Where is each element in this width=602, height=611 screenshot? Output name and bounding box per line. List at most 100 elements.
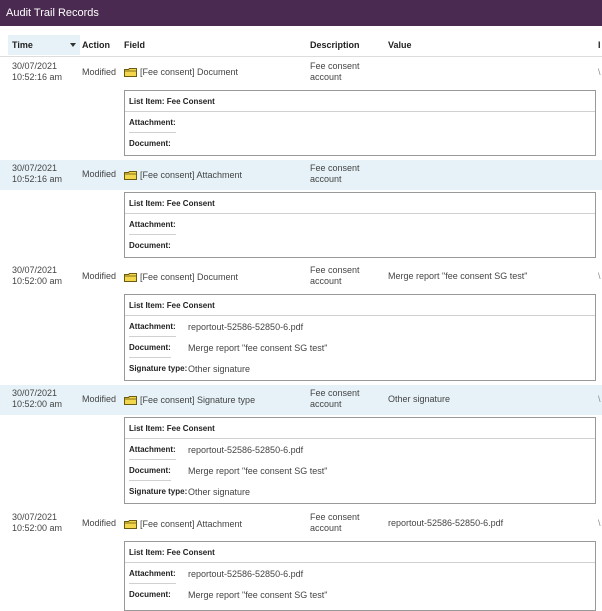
folder-icon <box>124 273 137 282</box>
folder-icon <box>124 396 137 405</box>
field-name: [Fee consent] Document <box>140 67 239 77</box>
record-date: 30/07/2021 <box>12 265 58 275</box>
table-row[interactable]: 30/07/2021 10:52:16 am Modified [Fee con… <box>0 160 602 190</box>
field-cell: [Fee consent] Signature type <box>124 395 255 406</box>
column-header-description[interactable]: Description <box>310 35 360 55</box>
detail-document-label: Document: <box>129 343 171 358</box>
column-header-action[interactable]: Action <box>82 35 110 55</box>
table-row[interactable]: 30/07/2021 10:52:00 am Modified [Fee con… <box>0 262 602 292</box>
description-cell: Fee consent account <box>310 61 380 83</box>
detail-list-item-row: List Item: Fee Consent <box>125 91 595 112</box>
column-header-value[interactable]: Value <box>388 35 412 55</box>
detail-document-row: Document: Merge report "fee consent SG t… <box>125 460 595 481</box>
description-cell: Fee consent account <box>310 163 380 185</box>
table-row[interactable]: 30/07/2021 10:52:16 am Modified [Fee con… <box>0 58 602 88</box>
description-line-1: Fee consent <box>310 388 360 398</box>
description-cell: Fee consent account <box>310 265 380 287</box>
field-name: [Fee consent] Attachment <box>140 519 243 529</box>
detail-list-item-row: List Item: Fee Consent <box>125 542 595 563</box>
action-cell: Modified <box>82 394 117 404</box>
detail-attachment-row: Attachment: <box>125 214 595 235</box>
detail-attachment-label: Attachment: <box>129 322 176 337</box>
detail-attachment-row: Attachment: <box>125 112 595 133</box>
value-cell: reportout-52586-52850-6.pdf <box>388 518 504 528</box>
record-date: 30/07/2021 <box>12 61 58 71</box>
action-cell: Modified <box>82 67 117 77</box>
detail-attachment-row: Attachment: reportout-52586-52850-6.pdf <box>125 316 595 337</box>
detail-signature-value: Other signature <box>188 364 251 374</box>
detail-attachment-row: Attachment: reportout-52586-52850-6.pdf <box>125 563 595 584</box>
detail-list-item-label: List Item: Fee Consent <box>129 301 215 310</box>
detail-list-item-row: List Item: Fee Consent <box>125 418 595 439</box>
time-cell: 30/07/2021 10:52:00 am <box>12 512 62 534</box>
record-date: 30/07/2021 <box>12 512 58 522</box>
record-detail-panel: List Item: Fee Consent Attachment: repor… <box>124 294 596 381</box>
detail-list-item-row: List Item: Fee Consent <box>125 295 595 316</box>
detail-signature-label: Signature type: <box>129 364 188 373</box>
field-cell: [Fee consent] Document <box>124 272 238 283</box>
detail-list-item-label: List Item: Fee Consent <box>129 424 215 433</box>
record-time: 10:52:16 am <box>12 72 63 82</box>
time-cell: 30/07/2021 10:52:16 am <box>12 163 62 185</box>
time-cell: 30/07/2021 10:52:00 am <box>12 388 62 410</box>
detail-attachment-value[interactable]: reportout-52586-52850-6.pdf <box>188 322 303 332</box>
table-row[interactable]: 30/07/2021 10:52:00 am Modified [Fee con… <box>0 385 602 415</box>
description-cell: Fee consent account <box>310 388 380 410</box>
detail-document-value: Merge report "fee consent SG test" <box>188 466 328 476</box>
column-header-time[interactable]: Time <box>8 35 80 55</box>
time-cell: 30/07/2021 10:52:16 am <box>12 61 62 83</box>
detail-attachment-value[interactable]: reportout-52586-52850-6.pdf <box>188 569 303 579</box>
window-title: Audit Trail Records <box>6 7 99 19</box>
folder-icon <box>124 520 137 529</box>
edge-cell: \ <box>598 67 601 77</box>
description-line-1: Fee consent <box>310 512 360 522</box>
record-time: 10:52:00 am <box>12 276 63 286</box>
column-header-field[interactable]: Field <box>124 35 145 55</box>
detail-list-item-label: List Item: Fee Consent <box>129 97 215 106</box>
table-row[interactable]: 30/07/2021 10:52:00 am Modified [Fee con… <box>0 509 602 539</box>
field-name: [Fee consent] Attachment <box>140 170 243 180</box>
detail-document-label: Document: <box>129 139 171 148</box>
detail-attachment-row: Attachment: reportout-52586-52850-6.pdf <box>125 439 595 460</box>
description-line-2: account <box>310 72 342 82</box>
detail-attachment-label: Attachment: <box>129 118 176 133</box>
detail-document-label: Document: <box>129 590 171 599</box>
record-detail-panel: List Item: Fee Consent Attachment: repor… <box>124 417 596 504</box>
action-cell: Modified <box>82 271 117 281</box>
detail-list-item-label: List Item: Fee Consent <box>129 199 215 208</box>
description-line-2: account <box>310 523 342 533</box>
value-cell: Other signature <box>388 394 451 404</box>
description-line-2: account <box>310 276 342 286</box>
column-header-extra[interactable]: I <box>598 35 601 55</box>
detail-attachment-label: Attachment: <box>129 569 176 584</box>
sort-desc-icon[interactable] <box>70 43 76 47</box>
detail-document-label: Document: <box>129 466 171 481</box>
record-time: 10:52:00 am <box>12 399 63 409</box>
detail-signature-value: Other signature <box>188 487 251 497</box>
detail-attachment-value[interactable]: reportout-52586-52850-6.pdf <box>188 445 303 455</box>
description-line-2: account <box>310 174 342 184</box>
header-divider <box>0 56 602 57</box>
time-cell: 30/07/2021 10:52:00 am <box>12 265 62 287</box>
value-cell: Merge report "fee consent SG test" <box>388 271 528 281</box>
table-header: Time Action Field Description Value I <box>0 35 602 57</box>
field-cell: [Fee consent] Document <box>124 67 238 78</box>
detail-document-value: Merge report "fee consent SG test" <box>188 343 328 353</box>
description-line-1: Fee consent <box>310 61 360 71</box>
field-name: [Fee consent] Document <box>140 272 239 282</box>
detail-list-item-label: List Item: Fee Consent <box>129 548 215 557</box>
record-date: 30/07/2021 <box>12 388 58 398</box>
record-detail-panel: List Item: Fee Consent Attachment: Docum… <box>124 192 596 258</box>
detail-signature-row: Signature type: Other signature <box>125 481 595 502</box>
field-name: [Fee consent] Signature type <box>140 395 256 405</box>
record-time: 10:52:16 am <box>12 174 63 184</box>
description-line-2: account <box>310 399 342 409</box>
detail-document-label: Document: <box>129 241 171 250</box>
detail-list-item-row: List Item: Fee Consent <box>125 193 595 214</box>
detail-signature-label: Signature type: <box>129 487 188 496</box>
folder-icon <box>124 68 137 77</box>
folder-icon <box>124 171 137 180</box>
record-date: 30/07/2021 <box>12 163 58 173</box>
detail-document-row: Document: <box>125 235 595 256</box>
detail-attachment-label: Attachment: <box>129 220 176 235</box>
